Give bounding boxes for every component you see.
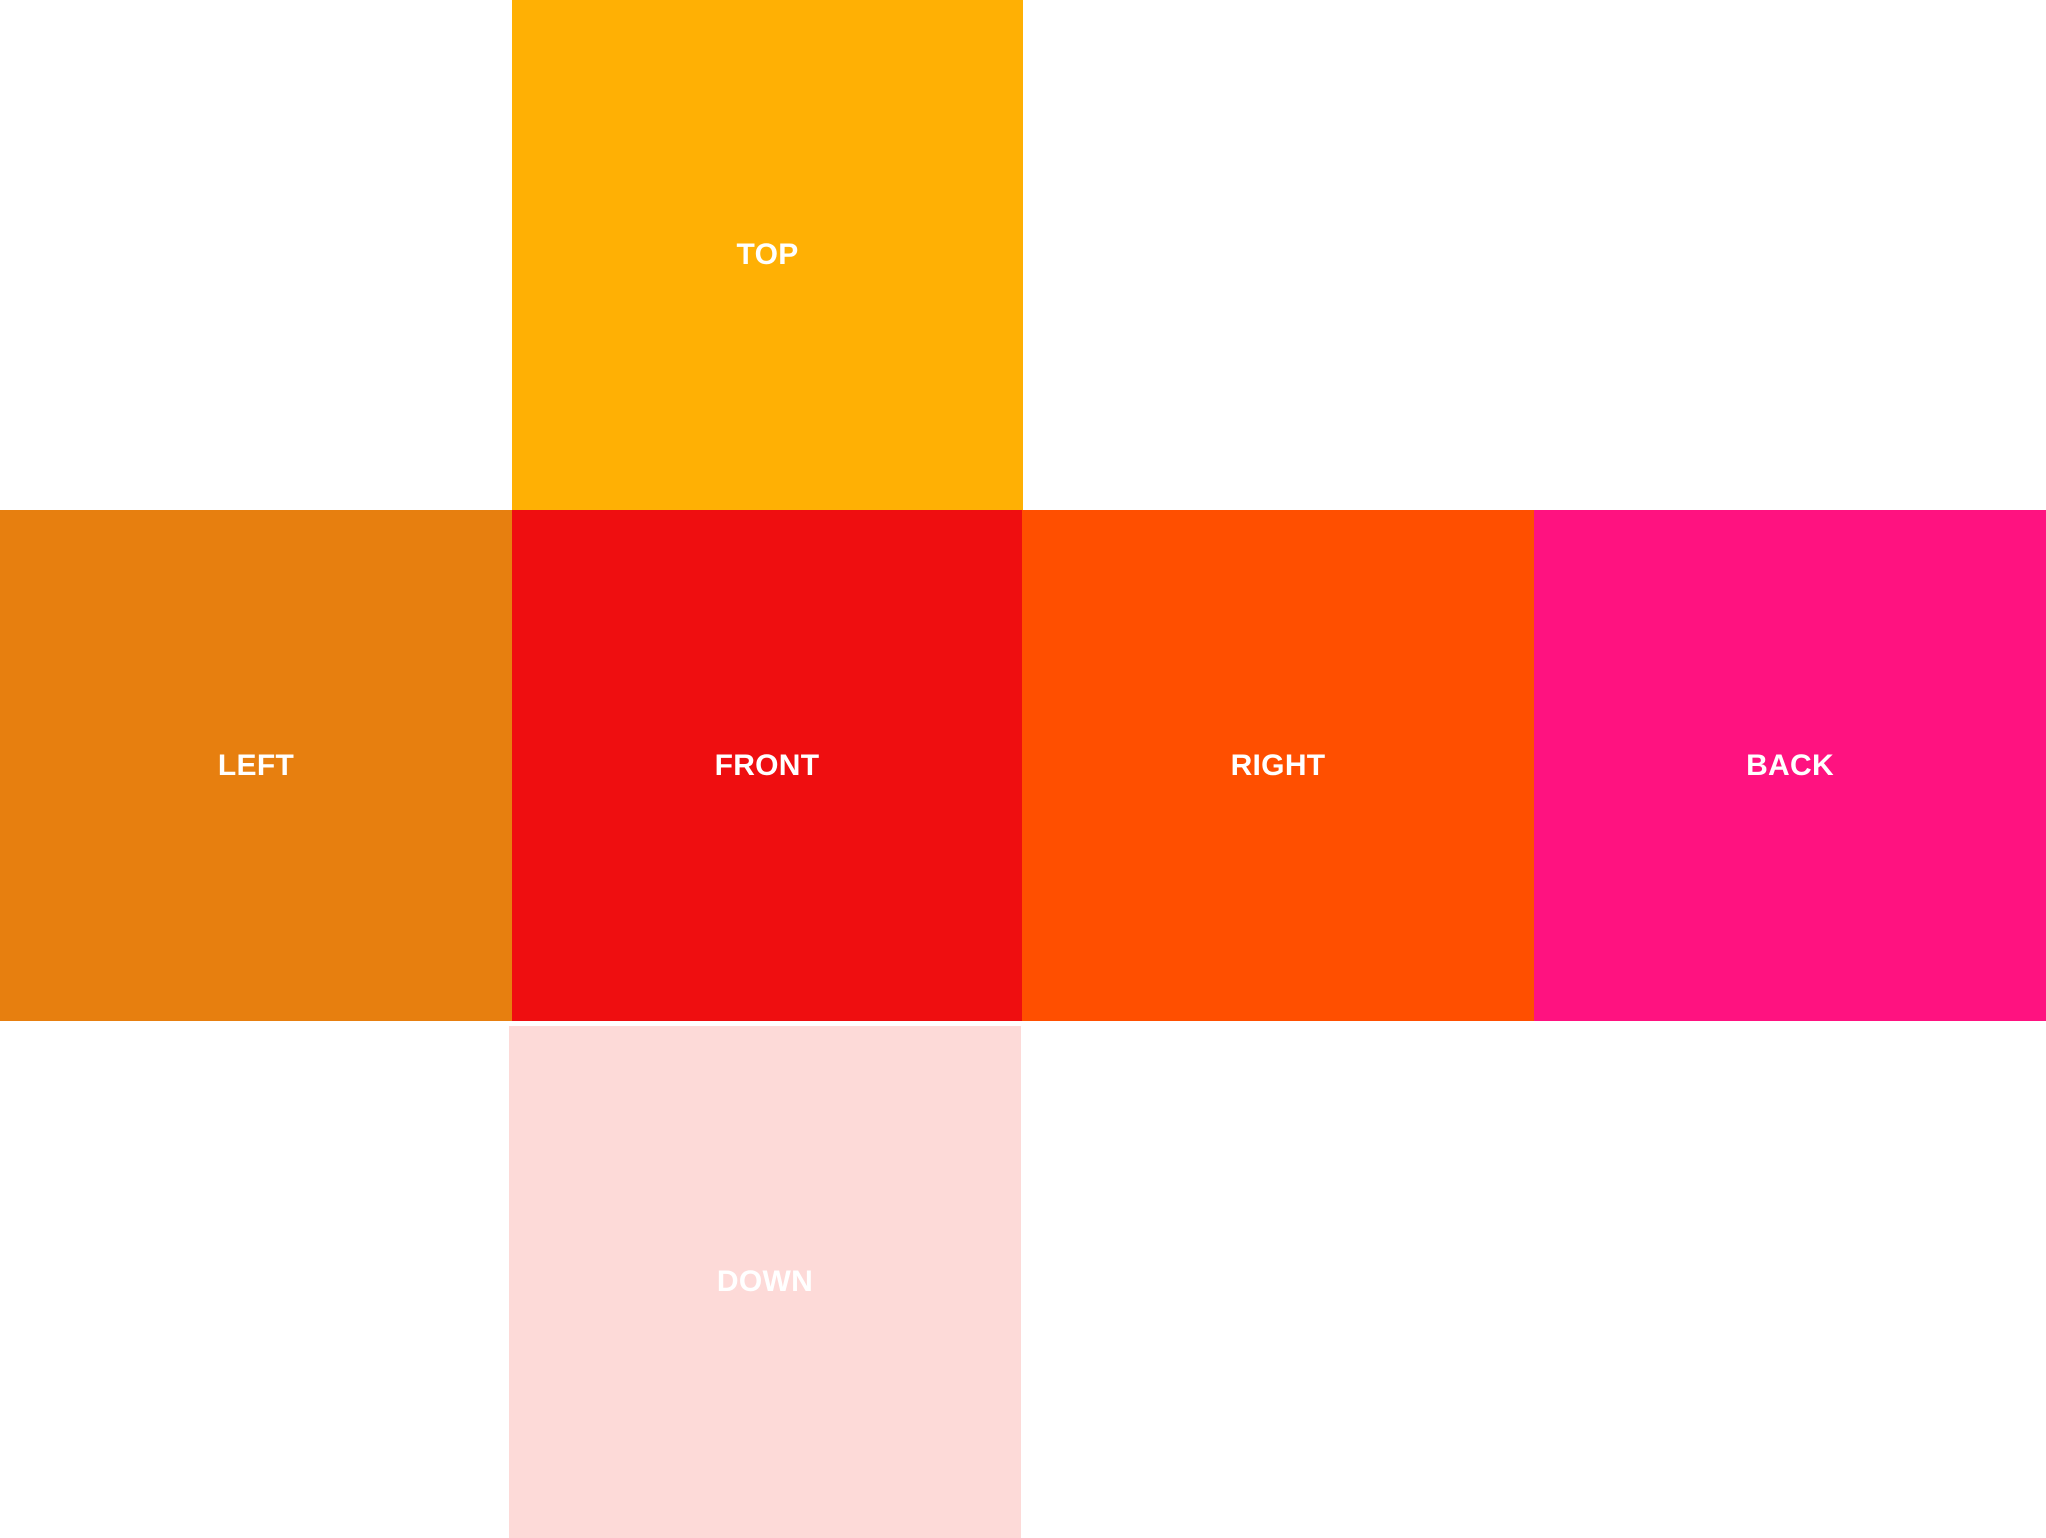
face-right-label: RIGHT — [1230, 748, 1326, 782]
face-back-label: BACK — [1746, 748, 1834, 782]
face-left: LEFT — [0, 510, 512, 1021]
face-top-label: TOP — [736, 238, 799, 271]
face-front-label: FRONT — [714, 748, 820, 782]
face-top: TOP — [512, 0, 1023, 510]
face-front: FRONT — [512, 510, 1022, 1021]
face-down-label: DOWN — [716, 1265, 814, 1298]
face-right: RIGHT — [1022, 510, 1534, 1021]
face-back: BACK — [1534, 510, 2046, 1021]
face-down: DOWN — [509, 1026, 1021, 1538]
face-left-label: LEFT — [217, 748, 295, 782]
